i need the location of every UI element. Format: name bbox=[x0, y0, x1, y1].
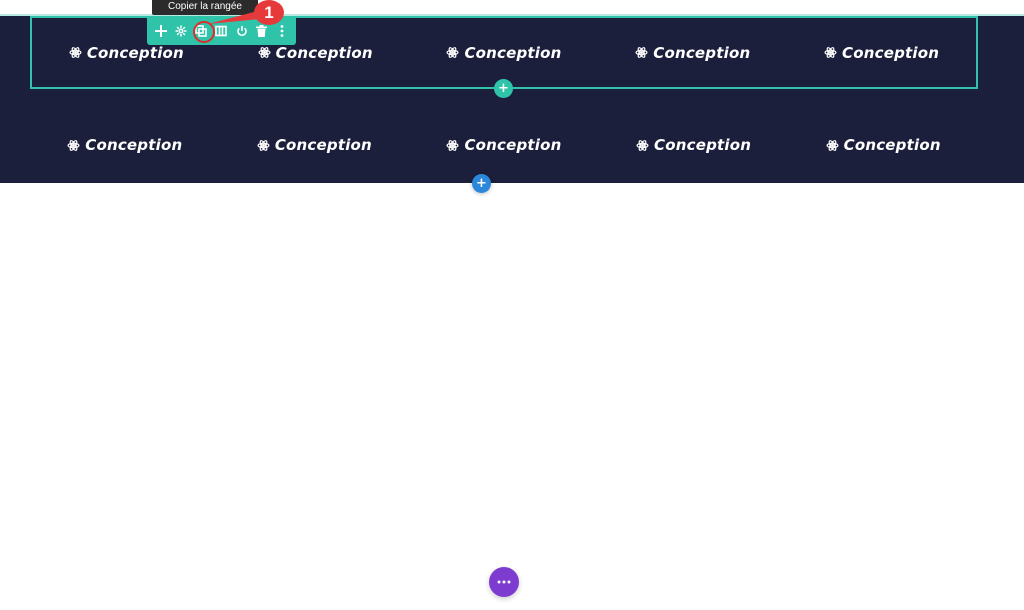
blurb-title: Conception bbox=[654, 136, 752, 154]
more-options-button[interactable] bbox=[274, 23, 290, 39]
blurb-title: Conception bbox=[86, 43, 184, 62]
add-row-button[interactable]: + bbox=[494, 79, 513, 98]
blurb-title: Conception bbox=[464, 43, 562, 62]
move-icon bbox=[155, 25, 168, 37]
blurb-title: Conception bbox=[653, 43, 751, 62]
more-horizontal-icon bbox=[497, 580, 511, 584]
row-columns: Conception Conception Conception Concept… bbox=[30, 110, 978, 180]
atom-icon bbox=[257, 139, 270, 151]
delete-row-button[interactable] bbox=[254, 23, 270, 39]
atom-icon bbox=[446, 47, 459, 58]
atom-icon bbox=[69, 47, 82, 58]
power-icon bbox=[236, 26, 247, 37]
columns-button[interactable] bbox=[213, 23, 229, 39]
atom-icon bbox=[636, 139, 649, 151]
blurb-title: Conception bbox=[843, 136, 941, 154]
blurb-title: Conception bbox=[274, 136, 372, 154]
atom-icon bbox=[826, 139, 839, 151]
blurb-title: Conception bbox=[275, 43, 373, 62]
blurb-title: Conception bbox=[842, 43, 940, 62]
blurb-title: Conception bbox=[464, 136, 562, 154]
blurb-title: Conception bbox=[85, 136, 183, 154]
atom-icon bbox=[446, 139, 459, 151]
row-second[interactable]: Conception Conception Conception Concept… bbox=[30, 110, 978, 180]
page: Conception Conception Conception Concept… bbox=[0, 0, 1024, 610]
atom-icon bbox=[635, 47, 648, 58]
atom-icon bbox=[824, 47, 837, 58]
disable-row-button[interactable] bbox=[234, 23, 250, 39]
column-5[interactable]: Conception bbox=[788, 136, 978, 154]
atom-icon bbox=[258, 47, 271, 58]
gear-icon bbox=[175, 25, 187, 37]
columns-icon bbox=[215, 25, 228, 37]
column-1[interactable]: Conception bbox=[32, 44, 221, 62]
column-5[interactable]: Conception bbox=[787, 44, 976, 62]
callout-step-badge: 1 bbox=[254, 0, 284, 25]
atom-icon bbox=[67, 139, 80, 151]
column-2[interactable]: Conception bbox=[221, 44, 410, 62]
column-3[interactable]: Conception bbox=[409, 136, 599, 154]
column-4[interactable]: Conception bbox=[599, 136, 789, 154]
page-settings-button[interactable] bbox=[489, 567, 519, 597]
add-section-button[interactable]: + bbox=[472, 174, 491, 193]
trash-icon bbox=[256, 25, 268, 37]
row-settings-button[interactable] bbox=[173, 23, 189, 39]
column-1[interactable]: Conception bbox=[30, 136, 220, 154]
column-4[interactable]: Conception bbox=[598, 44, 787, 62]
more-vertical-icon bbox=[280, 25, 284, 37]
column-2[interactable]: Conception bbox=[220, 136, 410, 154]
move-row-button[interactable] bbox=[153, 23, 169, 39]
column-3[interactable]: Conception bbox=[410, 44, 599, 62]
